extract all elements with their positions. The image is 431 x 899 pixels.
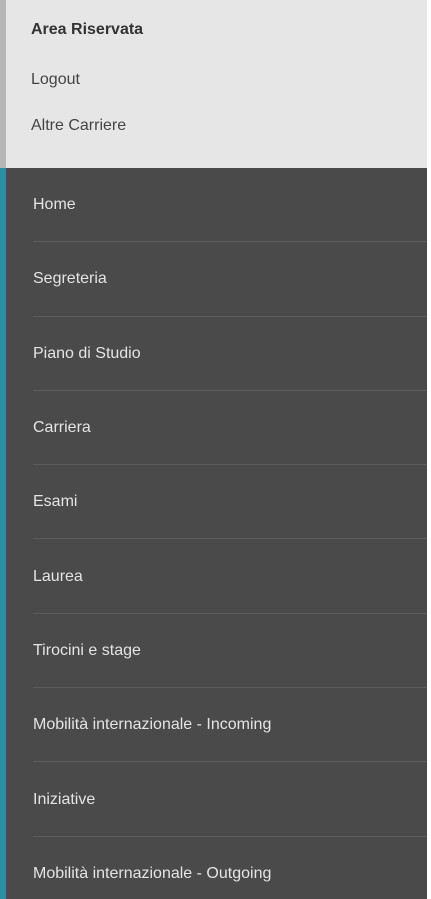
account-panel: Area Riservata Logout Altre Carriere: [0, 0, 431, 168]
menu-item-segreteria[interactable]: Segreteria: [6, 242, 431, 317]
main-menu: Home Segreteria Piano di Studio Carriera…: [0, 168, 431, 899]
account-panel-title: Area Riservata: [31, 21, 144, 38]
menu-item-label: Home: [33, 196, 76, 214]
menu-item-laurea[interactable]: Laurea: [6, 539, 431, 615]
menu-item-label: Iniziative: [33, 790, 96, 808]
menu-item-label: Tirocini e stage: [33, 641, 141, 659]
menu-item-esami[interactable]: Esami: [6, 465, 431, 540]
menu-item-label: Esami: [33, 493, 78, 511]
menu-item-label: Piano di Studio: [33, 344, 141, 362]
right-edge-divider: [427, 0, 431, 899]
menu-item-label: Segreteria: [33, 270, 107, 288]
menu-item-carriera[interactable]: Carriera: [6, 391, 431, 466]
menu-item-piano-di-studio[interactable]: Piano di Studio: [6, 317, 431, 392]
menu-item-label: Carriera: [33, 419, 91, 437]
menu-item-mobilita-outgoing[interactable]: Mobilità internazionale - Outgoing: [6, 837, 431, 899]
menu-item-label: Laurea: [33, 567, 83, 585]
menu-item-home[interactable]: Home: [6, 168, 431, 243]
menu-item-tirocini-e-stage[interactable]: Tirocini e stage: [6, 614, 431, 689]
menu-item-label: Mobilità internazionale - Outgoing: [33, 864, 272, 882]
sidebar-navigation: Area Riservata Logout Altre Carriere Hom…: [0, 0, 431, 899]
logout-link[interactable]: Logout: [31, 71, 80, 89]
menu-item-label: Mobilità internazionale - Incoming: [33, 716, 272, 734]
menu-item-iniziative[interactable]: Iniziative: [6, 762, 431, 837]
menu-item-mobilita-incoming[interactable]: Mobilità internazionale - Incoming: [6, 688, 431, 763]
altre-carriere-link[interactable]: Altre Carriere: [31, 117, 126, 135]
